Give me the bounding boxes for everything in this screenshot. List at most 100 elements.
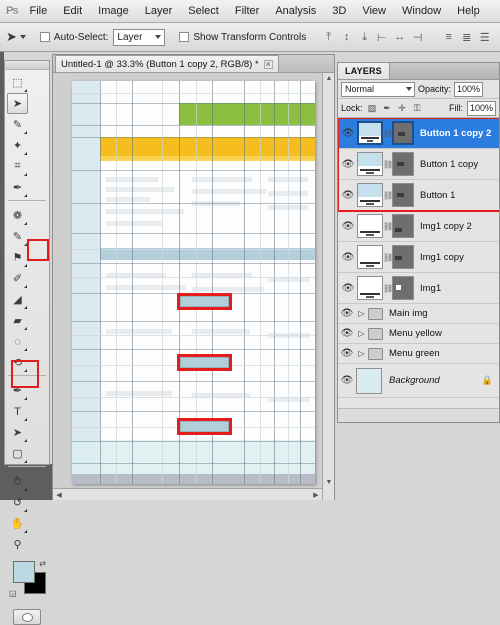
lock-image-pixels-icon[interactable]: ✒ <box>382 103 393 114</box>
disclosure-triangle-icon[interactable]: ▷ <box>356 349 367 358</box>
layer-thumbnail[interactable] <box>357 214 383 238</box>
default-colors-icon[interactable]: ◲ <box>9 589 17 598</box>
magic-wand-tool[interactable]: ✦ <box>7 135 28 156</box>
scroll-left-icon[interactable]: ◀ <box>53 491 65 499</box>
gradient-tool[interactable]: ▰ <box>7 310 28 331</box>
quick-mask-toggle[interactable] <box>13 609 41 625</box>
foreground-color-swatch[interactable] <box>13 561 35 583</box>
rounded-rectangle-shape-tool[interactable]: ▢ <box>7 443 28 464</box>
link-icon[interactable]: ⛓ <box>383 191 393 200</box>
align-horizontal-centers-button[interactable]: ↔ <box>391 28 408 46</box>
layer-row-img1-copy-2[interactable]: 👁 ⛓ Img1 copy 2 <box>338 211 499 242</box>
distribute-top-edges-button[interactable]: ≡ <box>440 28 457 46</box>
layer-thumbnail[interactable] <box>356 367 382 394</box>
rectangular-marquee-tool[interactable]: ⬚ <box>7 72 28 93</box>
eye-icon[interactable]: 👁 <box>339 283 357 294</box>
distribute-vertical-centers-button[interactable]: ≣ <box>458 28 475 46</box>
align-vertical-centers-button[interactable]: ↕ <box>338 28 355 46</box>
layer-row-img1-copy[interactable]: 👁 ⛓ Img1 copy <box>338 242 499 273</box>
lock-transparent-pixels-icon[interactable]: ▨ <box>367 103 378 114</box>
link-icon[interactable]: ⛓ <box>383 253 393 262</box>
menu-file[interactable]: File <box>21 2 55 20</box>
button-2-highlight[interactable] <box>177 354 232 371</box>
history-brush-tool[interactable]: ✐ <box>7 268 28 289</box>
tools-panel-grip[interactable] <box>5 61 49 70</box>
layer-row-button-1[interactable]: 👁 ⛓ Button 1 <box>338 180 499 211</box>
distribute-bottom-edges-button[interactable]: ☰ <box>476 28 493 46</box>
tool-preset-chevron-down-icon[interactable] <box>19 35 26 39</box>
blur-tool[interactable]: ◌ <box>7 331 28 352</box>
move-tool[interactable]: ➤ <box>7 93 28 114</box>
show-transform-checkbox[interactable] <box>179 32 190 42</box>
layer-mask-thumbnail[interactable] <box>392 245 414 269</box>
layer-group-row-main-img[interactable]: 👁 ▷ Main img <box>338 304 499 324</box>
button-1[interactable] <box>180 296 229 307</box>
layer-row-img1[interactable]: 👁 ⛓ Img1 <box>338 273 499 304</box>
layer-group-row-menu-yellow[interactable]: 👁 ▷ Menu yellow <box>338 324 499 344</box>
align-right-edges-button[interactable]: ⊣ <box>409 28 426 46</box>
eye-icon[interactable]: 👁 <box>339 221 357 232</box>
fill-input[interactable]: 100% <box>466 100 496 116</box>
link-icon[interactable]: ⛓ <box>383 160 393 169</box>
menu-select[interactable]: Select <box>180 2 227 20</box>
menu-image[interactable]: Image <box>90 2 137 20</box>
layer-row-button-1-copy-2[interactable]: 👁 ⛓ Button 1 copy 2 <box>338 118 499 149</box>
link-icon[interactable]: ⛓ <box>383 284 393 293</box>
menu-view[interactable]: View <box>354 2 394 20</box>
clone-stamp-tool[interactable]: ⚑ <box>7 247 28 268</box>
dodge-tool[interactable]: ⟲ <box>7 352 28 373</box>
menu-3d[interactable]: 3D <box>324 2 354 20</box>
auto-select-dropdown[interactable]: Layer <box>113 28 166 46</box>
eye-icon[interactable]: 👁 <box>339 252 357 263</box>
layer-mask-thumbnail[interactable] <box>392 214 414 238</box>
eye-icon[interactable]: 👁 <box>338 375 356 386</box>
menu-layer[interactable]: Layer <box>137 2 181 20</box>
3d-orbit-tool[interactable]: ↺ <box>7 492 28 513</box>
move-tool-icon[interactable]: ➤ <box>6 27 17 47</box>
link-icon[interactable]: ⛓ <box>383 222 393 231</box>
pen-tool[interactable]: ✒ <box>7 380 28 401</box>
canvas-vertical-scrollbar[interactable]: ▲ ▼ <box>322 73 334 500</box>
canvas-horizontal-scrollbar[interactable]: ◀ ▶ <box>53 488 322 500</box>
eye-icon[interactable]: 👁 <box>339 190 357 201</box>
eye-icon[interactable]: 👁 <box>338 328 356 339</box>
disclosure-triangle-icon[interactable]: ▷ <box>356 309 367 318</box>
3d-rotate-tool[interactable]: ⥁ <box>7 471 28 492</box>
horizontal-type-tool[interactable]: T <box>7 401 28 422</box>
blend-mode-dropdown[interactable]: Normal <box>341 81 415 97</box>
align-left-edges-button[interactable]: ⊢ <box>373 28 390 46</box>
layer-thumbnail[interactable] <box>357 152 383 176</box>
button-3-highlight[interactable] <box>177 418 232 435</box>
menu-filter[interactable]: Filter <box>227 2 267 20</box>
path-selection-tool[interactable]: ➤ <box>7 422 28 443</box>
scroll-right-icon[interactable]: ▶ <box>310 491 322 499</box>
close-icon[interactable]: × <box>263 59 273 69</box>
swap-colors-icon[interactable]: ⇄ <box>39 559 46 568</box>
tab-layers[interactable]: LAYERS <box>338 63 390 79</box>
lasso-tool[interactable]: ✎ <box>7 114 28 135</box>
zoom-tool[interactable]: ⚲ <box>7 534 28 555</box>
align-bottom-edges-button[interactable]: ⤓ <box>356 28 373 46</box>
layer-thumbnail[interactable] <box>357 183 383 207</box>
align-top-edges-button[interactable]: ⤒ <box>320 28 337 46</box>
eye-icon[interactable]: 👁 <box>338 308 356 319</box>
eyedropper-tool[interactable]: ✒ <box>7 177 28 198</box>
document-tab[interactable]: Untitled-1 @ 33.3% (Button 1 copy 2, RGB… <box>55 55 279 72</box>
eye-icon[interactable]: 👁 <box>339 128 357 139</box>
layer-mask-thumbnail[interactable] <box>392 121 414 145</box>
brush-tool[interactable]: ✎ <box>7 226 28 247</box>
layer-mask-thumbnail[interactable] <box>392 152 414 176</box>
lock-all-icon[interactable]: ⚿ <box>412 103 423 114</box>
layer-mask-thumbnail[interactable] <box>392 183 414 207</box>
menu-window[interactable]: Window <box>394 2 449 20</box>
auto-select-checkbox[interactable] <box>39 32 50 42</box>
hand-tool[interactable]: ✋ <box>7 513 28 534</box>
button-3[interactable] <box>180 421 229 432</box>
layer-row-background[interactable]: 👁 Background 🔒 <box>338 364 499 398</box>
layer-mask-thumbnail[interactable] <box>392 276 414 300</box>
layer-thumbnail[interactable] <box>357 245 383 269</box>
layer-row-button-1-copy[interactable]: 👁 ⛓ Button 1 copy <box>338 149 499 180</box>
eye-icon[interactable]: 👁 <box>338 348 356 359</box>
button-1-highlight[interactable] <box>177 293 232 310</box>
distribute-left-edges-button[interactable]: ‖ <box>494 28 500 46</box>
